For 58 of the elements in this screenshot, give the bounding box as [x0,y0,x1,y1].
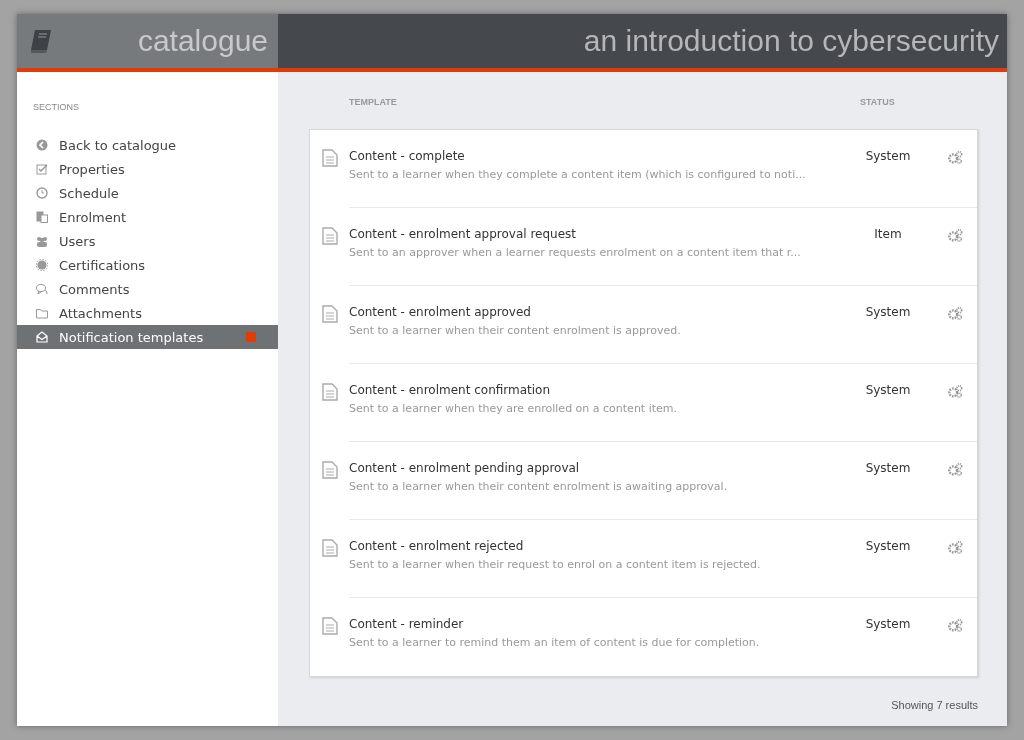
status-text: System [864,305,912,319]
status-text: System [864,383,912,397]
active-marker [246,332,256,342]
template-description: Sent to a learner to remind them an item of content is due for completion. [349,636,761,649]
badge-icon [36,259,48,271]
template-description: Sent to a learner when their content enrolment is awaiting approval. [349,480,729,493]
document-icon [322,149,338,167]
settings-icon[interactable] [948,619,963,632]
template-description: Sent to a learner when they are enrolled on a content item. [349,402,678,415]
sidebar-item[interactable]: Notification templates [17,325,278,349]
status-text: System [864,617,912,631]
sidebar-item[interactable]: Certifications [17,253,278,277]
template-name[interactable]: Content - reminder [349,617,848,631]
settings-icon[interactable] [948,151,963,164]
folder-icon [36,307,48,319]
template-name[interactable]: Content - enrolment pending approval [349,461,848,475]
document-icon [322,461,338,479]
column-header: TEMPLATE [349,97,398,107]
sidebar-heading: SECTIONS [32,102,80,112]
template-description: Sent to an approver when a learner requests enrolment on a content item that r... [349,246,802,259]
documents-icon [36,211,48,223]
status-text: System [864,461,912,475]
template-description: Sent to a learner when their content enrolment is approved. [349,324,682,337]
template-name[interactable]: Content - enrolment confirmation [349,383,848,397]
settings-icon[interactable] [948,307,963,320]
document-icon [322,617,338,635]
template-description: Sent to a learner when their request to enrol on a content item is rejected. [349,558,762,571]
document-icon [322,305,338,323]
sidebar-item[interactable]: Users [17,229,278,253]
template-name[interactable]: Content - enrolment rejected [349,539,848,553]
template-description: Sent to a learner when they complete a content item (which is configured to noti... [349,168,807,181]
status-text: System [864,539,912,553]
document-icon [322,383,338,401]
column-header: STATUS [860,97,896,107]
sidebar-item[interactable]: Comments [17,277,278,301]
template-name[interactable]: Content - enrolment approval request [349,227,848,241]
checkbox-icon [36,163,48,175]
settings-icon[interactable] [948,541,963,554]
page-title: an introduction to cybersecurity [583,24,999,58]
envelope-icon [36,331,48,343]
sidebar-item[interactable]: Schedule [17,181,278,205]
brand-title: catalogue [137,24,268,58]
settings-icon[interactable] [948,229,963,242]
status-text: System [864,149,912,163]
document-icon [322,227,338,245]
template-name[interactable]: Content - enrolment approved [349,305,848,319]
settings-icon[interactable] [948,385,963,398]
settings-icon[interactable] [948,463,963,476]
document-icon [322,539,338,557]
sidebar-item[interactable]: Back to catalogue [17,133,278,157]
sidebar-item[interactable]: Properties [17,157,278,181]
speech-bubbles-icon [36,283,48,295]
sidebar-item[interactable]: Enrolment [17,205,278,229]
results-count: Showing 7 results [891,699,978,711]
sidebar-item[interactable]: Attachments [17,301,278,325]
status-text: Item [873,227,903,241]
template-name[interactable]: Content - complete [349,149,848,163]
clock-icon [36,187,48,199]
